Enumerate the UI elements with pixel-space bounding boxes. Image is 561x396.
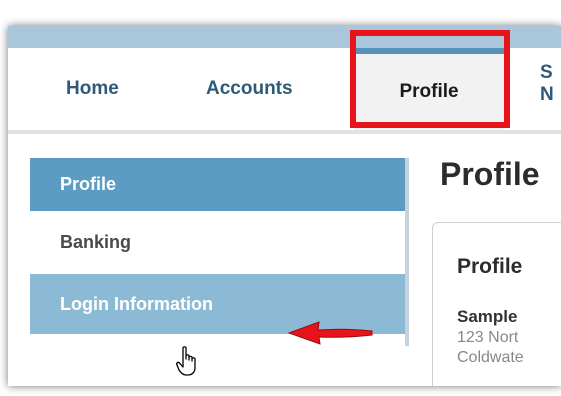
nav-tab-home[interactable]: Home [66, 48, 119, 130]
screenshot-frame: Home Accounts Profile S N Profile Bankin… [8, 26, 561, 386]
nav-tab-partial[interactable]: S N [540, 62, 554, 106]
page-title: Profile [440, 156, 540, 192]
profile-panel: Profile Sample 123 Nort Coldwate [432, 222, 561, 386]
panel-name: Sample [457, 307, 518, 326]
sidebar-item-profile[interactable]: Profile [30, 158, 405, 211]
panel-address-line2: Coldwate [457, 349, 524, 366]
sidebar-item-banking[interactable]: Banking [30, 211, 405, 274]
nav-tab-partial-line1: S [540, 62, 553, 83]
red-arrow-icon [287, 321, 373, 345]
panel-title: Profile [457, 255, 523, 278]
pointer-hand-icon [176, 346, 196, 376]
nav-tab-partial-line2: N [540, 84, 554, 105]
nav-tab-accounts[interactable]: Accounts [206, 48, 293, 130]
highlight-box [350, 30, 510, 128]
panel-address-line1: 123 Nort [457, 329, 519, 346]
